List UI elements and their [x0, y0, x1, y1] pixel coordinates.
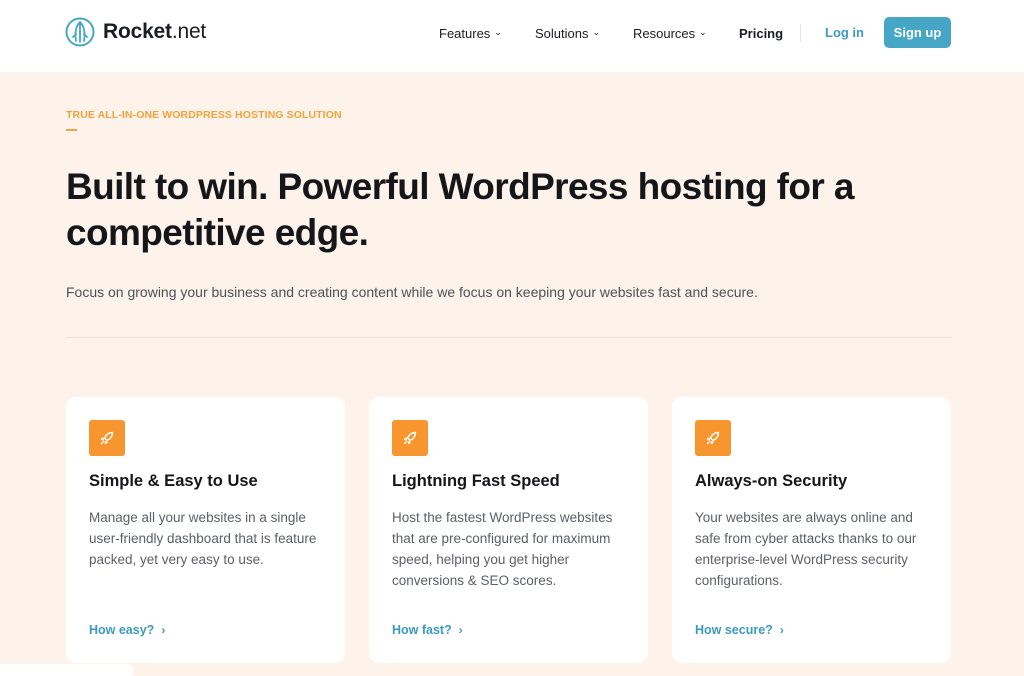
rocket-logo-icon: [65, 17, 95, 47]
nav-pricing[interactable]: Pricing: [739, 22, 783, 44]
rocket-glyph: [403, 431, 417, 445]
rocket-icon: [695, 420, 731, 456]
brand-logo[interactable]: Rocket.net: [65, 17, 206, 47]
nav-divider: [800, 24, 801, 42]
card-description: Your websites are always online and safe…: [695, 510, 917, 588]
nav-features[interactable]: Features ⌄: [439, 22, 502, 44]
hero-subheadline: Focus on growing your business and creat…: [66, 284, 758, 300]
signup-button[interactable]: Sign up: [884, 17, 951, 48]
eyebrow-underline: [66, 129, 77, 131]
brand-name-suffix: .net: [171, 20, 207, 43]
rocket-icon: [392, 420, 428, 456]
feature-card-fast: Lightning Fast Speed Host the fastest Wo…: [369, 397, 648, 663]
card-title: Always-on Security: [695, 472, 848, 490]
nav-features-label: Features: [439, 25, 491, 41]
nav-resources-label: Resources: [633, 25, 696, 41]
card-description: Manage all your websites in a single use…: [89, 510, 317, 567]
rocket-glyph: [100, 431, 114, 445]
how-fast-link[interactable]: How fast? ›: [392, 623, 463, 637]
bottom-left-tab: [0, 664, 133, 676]
brand-name: Rocket.net: [103, 17, 206, 47]
chevron-right-icon: ›: [161, 623, 166, 637]
how-secure-link[interactable]: How secure? ›: [695, 623, 784, 637]
rocket-glyph: [706, 431, 720, 445]
hero-headline: Built to win. Powerful WordPress hosting…: [66, 166, 854, 253]
card-title: Simple & Easy to Use: [89, 472, 258, 490]
section-divider: [66, 337, 952, 338]
hero-eyebrow: TRUE ALL-IN-ONE WORDPRESS HOSTING SOLUTI…: [66, 109, 342, 121]
feature-card-easy: Simple & Easy to Use Manage all your web…: [66, 397, 345, 663]
card-description: Host the fastest WordPress websites that…: [392, 510, 613, 588]
card-title: Lightning Fast Speed: [392, 472, 560, 490]
card-link-label: How fast?: [392, 623, 452, 637]
top-nav: Rocket.net Features ⌄ Solutions ⌄ Resour…: [0, 0, 1024, 72]
nav-solutions-label: Solutions: [535, 25, 589, 41]
how-easy-link[interactable]: How easy? ›: [89, 623, 165, 637]
chevron-down-icon: ⌄: [592, 26, 601, 37]
card-link-label: How secure?: [695, 623, 773, 637]
chevron-right-icon: ›: [779, 623, 784, 637]
card-link-label: How easy?: [89, 623, 155, 637]
nav-pricing-label: Pricing: [739, 25, 784, 41]
nav-solutions[interactable]: Solutions ⌄: [535, 22, 600, 44]
rocket-icon: [89, 420, 125, 456]
chevron-right-icon: ›: [458, 623, 463, 637]
chevron-down-icon: ⌄: [494, 26, 502, 37]
feature-card-secure: Always-on Security Your websites are alw…: [672, 397, 951, 663]
login-link[interactable]: Log in: [825, 22, 864, 44]
chevron-down-icon: ⌄: [699, 26, 707, 37]
brand-name-bold: Rocket: [103, 20, 172, 43]
nav-resources[interactable]: Resources ⌄: [633, 22, 707, 44]
